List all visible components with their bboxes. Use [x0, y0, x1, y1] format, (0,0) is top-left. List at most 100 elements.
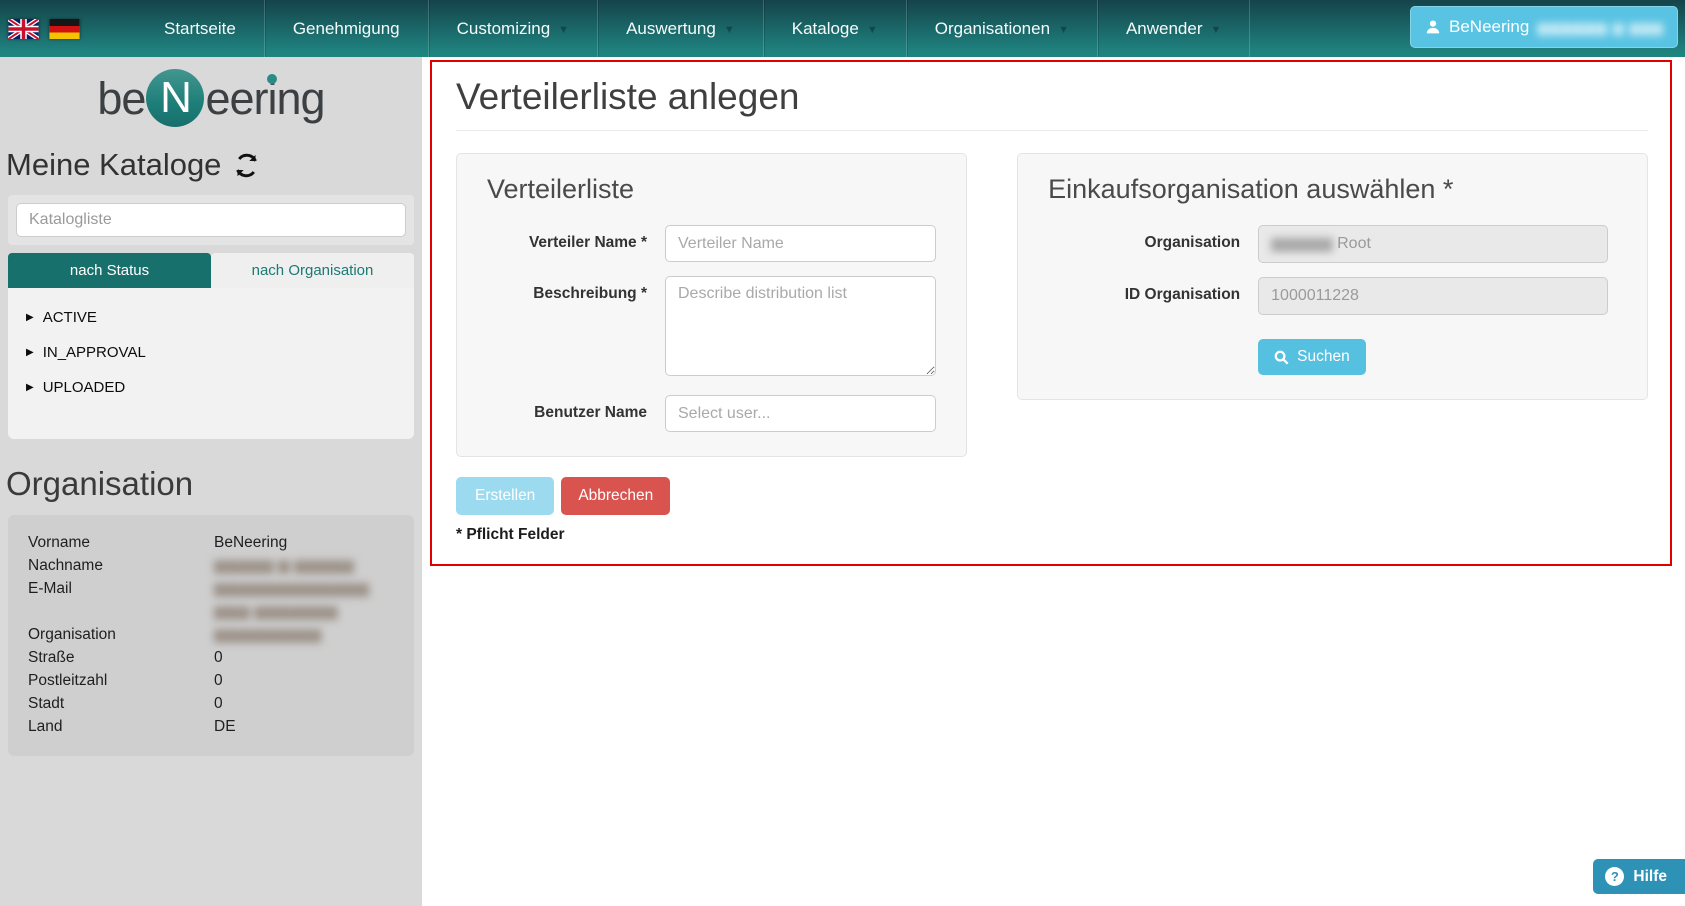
- benutzer-name-input[interactable]: [665, 395, 936, 432]
- chevron-down-icon: ▼: [867, 24, 878, 36]
- erstellen-button[interactable]: Erstellen: [456, 477, 554, 515]
- org-row-label: Stadt: [28, 692, 214, 715]
- suchen-button[interactable]: Suchen: [1258, 339, 1366, 375]
- org-row-land: Land DE: [28, 715, 402, 738]
- top-navbar: Startseite Genehmigung Customizing ▼ Ausw…: [0, 0, 1685, 57]
- suchen-button-label: Suchen: [1297, 348, 1350, 366]
- search-icon: [1274, 350, 1289, 365]
- beneering-logo: beNeering: [0, 67, 422, 131]
- nav-item-auswertung[interactable]: Auswertung ▼: [597, 0, 763, 57]
- hilfe-button[interactable]: ? Hilfe: [1593, 859, 1685, 894]
- caret-right-icon: ▶: [26, 312, 34, 323]
- organisation-section-title: Organisation: [6, 465, 422, 503]
- form-row-suchen: Suchen: [1048, 329, 1617, 375]
- tree-item-in-approval[interactable]: ▶ IN_APPROVAL: [16, 335, 406, 370]
- purchasing-org-panel: Einkaufsorganisation auswählen * Organis…: [1017, 153, 1648, 400]
- caret-right-icon: ▶: [26, 347, 34, 358]
- form-row-organisation: Organisation ▆▆▆▆▆ Root: [1048, 225, 1617, 263]
- german-flag-icon[interactable]: [49, 19, 80, 39]
- tree-item-label: UPLOADED: [43, 379, 126, 396]
- uk-flag-icon[interactable]: [8, 19, 39, 39]
- tree-item-active[interactable]: ▶ ACTIVE: [16, 300, 406, 335]
- org-row-label: Organisation: [28, 623, 214, 646]
- org-row-organisation: Organisation ▆▆▆▆▆▆▆▆▆: [28, 623, 402, 646]
- empty-label: [1048, 329, 1258, 338]
- nav-item-customizing[interactable]: Customizing ▼: [428, 0, 597, 57]
- org-row-value: 0: [214, 692, 402, 715]
- nav-item-label: Startseite: [164, 19, 236, 39]
- abbrechen-button[interactable]: Abbrechen: [561, 477, 670, 515]
- organisation-label: Organisation: [1048, 225, 1258, 252]
- highlighted-content-box: Verteilerliste anlegen Verteilerliste Ve…: [430, 60, 1672, 566]
- tab-nach-status[interactable]: nach Status: [8, 253, 211, 288]
- org-row-nachname: Nachname ▆▆▆▆▆ ▆ ▆▆▆▆▆: [28, 554, 402, 577]
- nav-item-label: Kataloge: [792, 19, 859, 39]
- nav-item-label: Organisationen: [935, 19, 1050, 39]
- verteiler-name-input[interactable]: [665, 225, 936, 262]
- org-row-stadt: Stadt 0: [28, 692, 402, 715]
- organisation-input-disabled: ▆▆▆▆▆ Root: [1258, 225, 1608, 263]
- page-title: Verteilerliste anlegen: [456, 76, 1648, 118]
- sidebar: beNeering Meine Kataloge nach Status nac…: [0, 57, 422, 906]
- logo-text: eer: [205, 73, 267, 124]
- user-account-button[interactable]: BeNeering ▆▆▆▆▆▆ ▆ ▆▆▆▆▆ ▆: [1410, 6, 1678, 48]
- nav-item-label: Auswertung: [626, 19, 716, 39]
- catalog-search-container: [8, 195, 414, 245]
- verteiler-name-label: Verteiler Name *: [487, 225, 665, 252]
- nav-menu: Startseite Genehmigung Customizing ▼ Ausw…: [136, 0, 1250, 57]
- org-row-value: DE: [214, 715, 402, 738]
- form-row-id-organisation: ID Organisation: [1048, 277, 1617, 315]
- org-row-value-redacted: ▆▆▆▆▆▆▆▆▆▆▆▆▆▆▆▆ ▆▆▆▆▆▆▆: [214, 577, 374, 623]
- catalog-filter-tabs: nach Status nach Organisation: [8, 253, 414, 288]
- organisation-value-redacted: ▆▆▆▆▆: [1271, 235, 1333, 252]
- organisation-value: Root: [1337, 235, 1371, 252]
- org-row-strasse: Straße 0: [28, 646, 402, 669]
- user-name: BeNeering: [1449, 17, 1529, 37]
- org-row-value-redacted: ▆▆▆▆▆▆▆▆▆: [214, 623, 402, 646]
- catalog-status-tree: ▶ ACTIVE ▶ IN_APPROVAL ▶ UPLOADED: [8, 288, 414, 439]
- nav-item-genehmigung[interactable]: Genehmigung: [264, 0, 428, 57]
- nav-item-organisationen[interactable]: Organisationen▼: [906, 0, 1097, 57]
- purchasing-org-panel-title: Einkaufsorganisation auswählen *: [1048, 174, 1617, 205]
- beschreibung-label: Beschreibung *: [487, 276, 665, 303]
- org-row-value-redacted: ▆▆▆▆▆ ▆ ▆▆▆▆▆: [214, 554, 402, 577]
- my-catalogs-title: Meine Kataloge: [6, 147, 221, 183]
- organisation-info-panel: Vorname BeNeering Nachname ▆▆▆▆▆ ▆ ▆▆▆▆▆…: [8, 515, 414, 756]
- required-fields-note: * Pflicht Felder: [456, 526, 1648, 544]
- id-organisation-label: ID Organisation: [1048, 277, 1258, 304]
- org-row-label: Straße: [28, 646, 214, 669]
- nav-item-kataloge[interactable]: Kataloge ▼: [763, 0, 906, 57]
- org-row-value: 0: [214, 669, 402, 692]
- nav-item-anwender[interactable]: Anwender▼: [1097, 0, 1250, 57]
- catalog-search-input[interactable]: [16, 203, 406, 237]
- refresh-icon[interactable]: [233, 152, 260, 179]
- logo-n-circle: N: [146, 69, 204, 127]
- language-switcher: [0, 0, 80, 57]
- tree-item-uploaded[interactable]: ▶ UPLOADED: [16, 370, 406, 405]
- form-row-verteiler-name: Verteiler Name *: [487, 225, 936, 262]
- main-content: Verteilerliste anlegen Verteilerliste Ve…: [422, 57, 1685, 906]
- tab-nach-organisation[interactable]: nach Organisation: [211, 253, 414, 288]
- chevron-down-icon: ▼: [558, 24, 569, 36]
- caret-right-icon: ▶: [26, 382, 34, 393]
- org-row-postleitzahl: Postleitzahl 0: [28, 669, 402, 692]
- org-row-email: E-Mail ▆▆▆▆▆▆▆▆▆▆▆▆▆▆▆▆ ▆▆▆▆▆▆▆: [28, 577, 402, 623]
- org-row-value: BeNeering: [214, 531, 402, 554]
- nav-item-label: Genehmigung: [293, 19, 400, 39]
- tree-item-label: IN_APPROVAL: [43, 344, 146, 361]
- org-row-vorname: Vorname BeNeering: [28, 531, 402, 554]
- org-row-label: Postleitzahl: [28, 669, 214, 692]
- distribution-list-panel-title: Verteilerliste: [487, 174, 936, 205]
- nav-item-label: Anwender: [1126, 19, 1203, 39]
- form-row-benutzer-name: Benutzer Name: [487, 395, 936, 432]
- beschreibung-textarea[interactable]: [665, 276, 936, 376]
- nav-item-label: Customizing: [457, 19, 551, 39]
- tree-item-label: ACTIVE: [43, 309, 97, 326]
- user-name-redacted: ▆▆▆▆▆▆ ▆ ▆▆▆▆▆ ▆: [1537, 19, 1663, 36]
- org-row-label: Nachname: [28, 554, 214, 577]
- org-row-label: Vorname: [28, 531, 214, 554]
- nav-item-startseite[interactable]: Startseite: [136, 0, 264, 57]
- org-row-label: E-Mail: [28, 577, 214, 623]
- chevron-down-icon: ▼: [724, 24, 735, 36]
- title-divider: [456, 130, 1648, 131]
